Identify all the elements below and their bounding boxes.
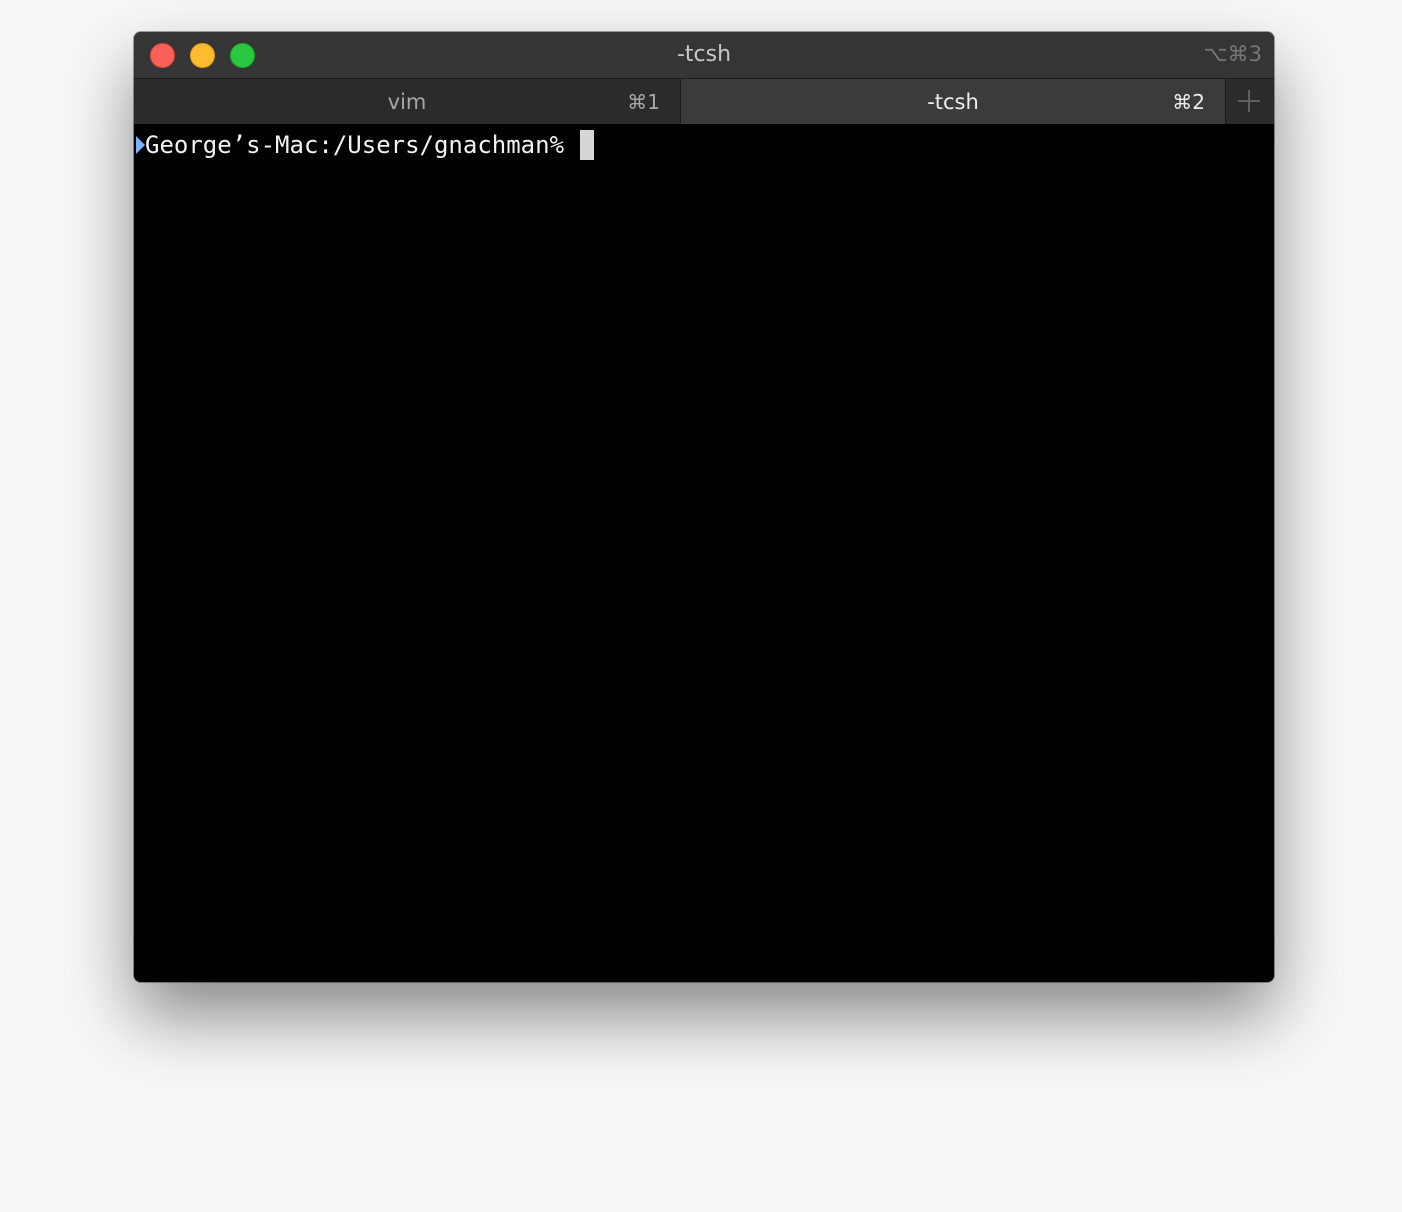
tab-vim[interactable]: vim ⌘1 — [134, 79, 681, 124]
tab-shortcut: ⌘2 — [1172, 90, 1205, 114]
terminal-window: -tcsh ⌥⌘3 vim ⌘1 -tcsh ⌘2 George’s-Mac:/… — [134, 32, 1274, 982]
tab-label: -tcsh — [927, 90, 979, 114]
window-shortcut: ⌥⌘3 — [1203, 42, 1262, 66]
prompt-line: George’s-Mac:/Users/gnachman% — [145, 130, 595, 160]
tab-shortcut: ⌘1 — [627, 90, 660, 114]
prompt-text: George’s-Mac:/Users/gnachman% — [145, 131, 579, 159]
tab-bar: vim ⌘1 -tcsh ⌘2 — [134, 78, 1274, 124]
new-tab-button[interactable] — [1226, 79, 1274, 124]
window-title: -tcsh — [676, 42, 732, 67]
mark-icon — [136, 136, 145, 154]
tab-label: vim — [387, 90, 427, 114]
title-bar[interactable]: -tcsh ⌥⌘3 — [134, 32, 1274, 78]
plus-icon — [1238, 90, 1260, 112]
terminal-session[interactable]: George’s-Mac:/Users/gnachman% — [134, 124, 1274, 982]
tab-tcsh[interactable]: -tcsh ⌘2 — [681, 79, 1226, 124]
text-cursor — [580, 130, 595, 160]
